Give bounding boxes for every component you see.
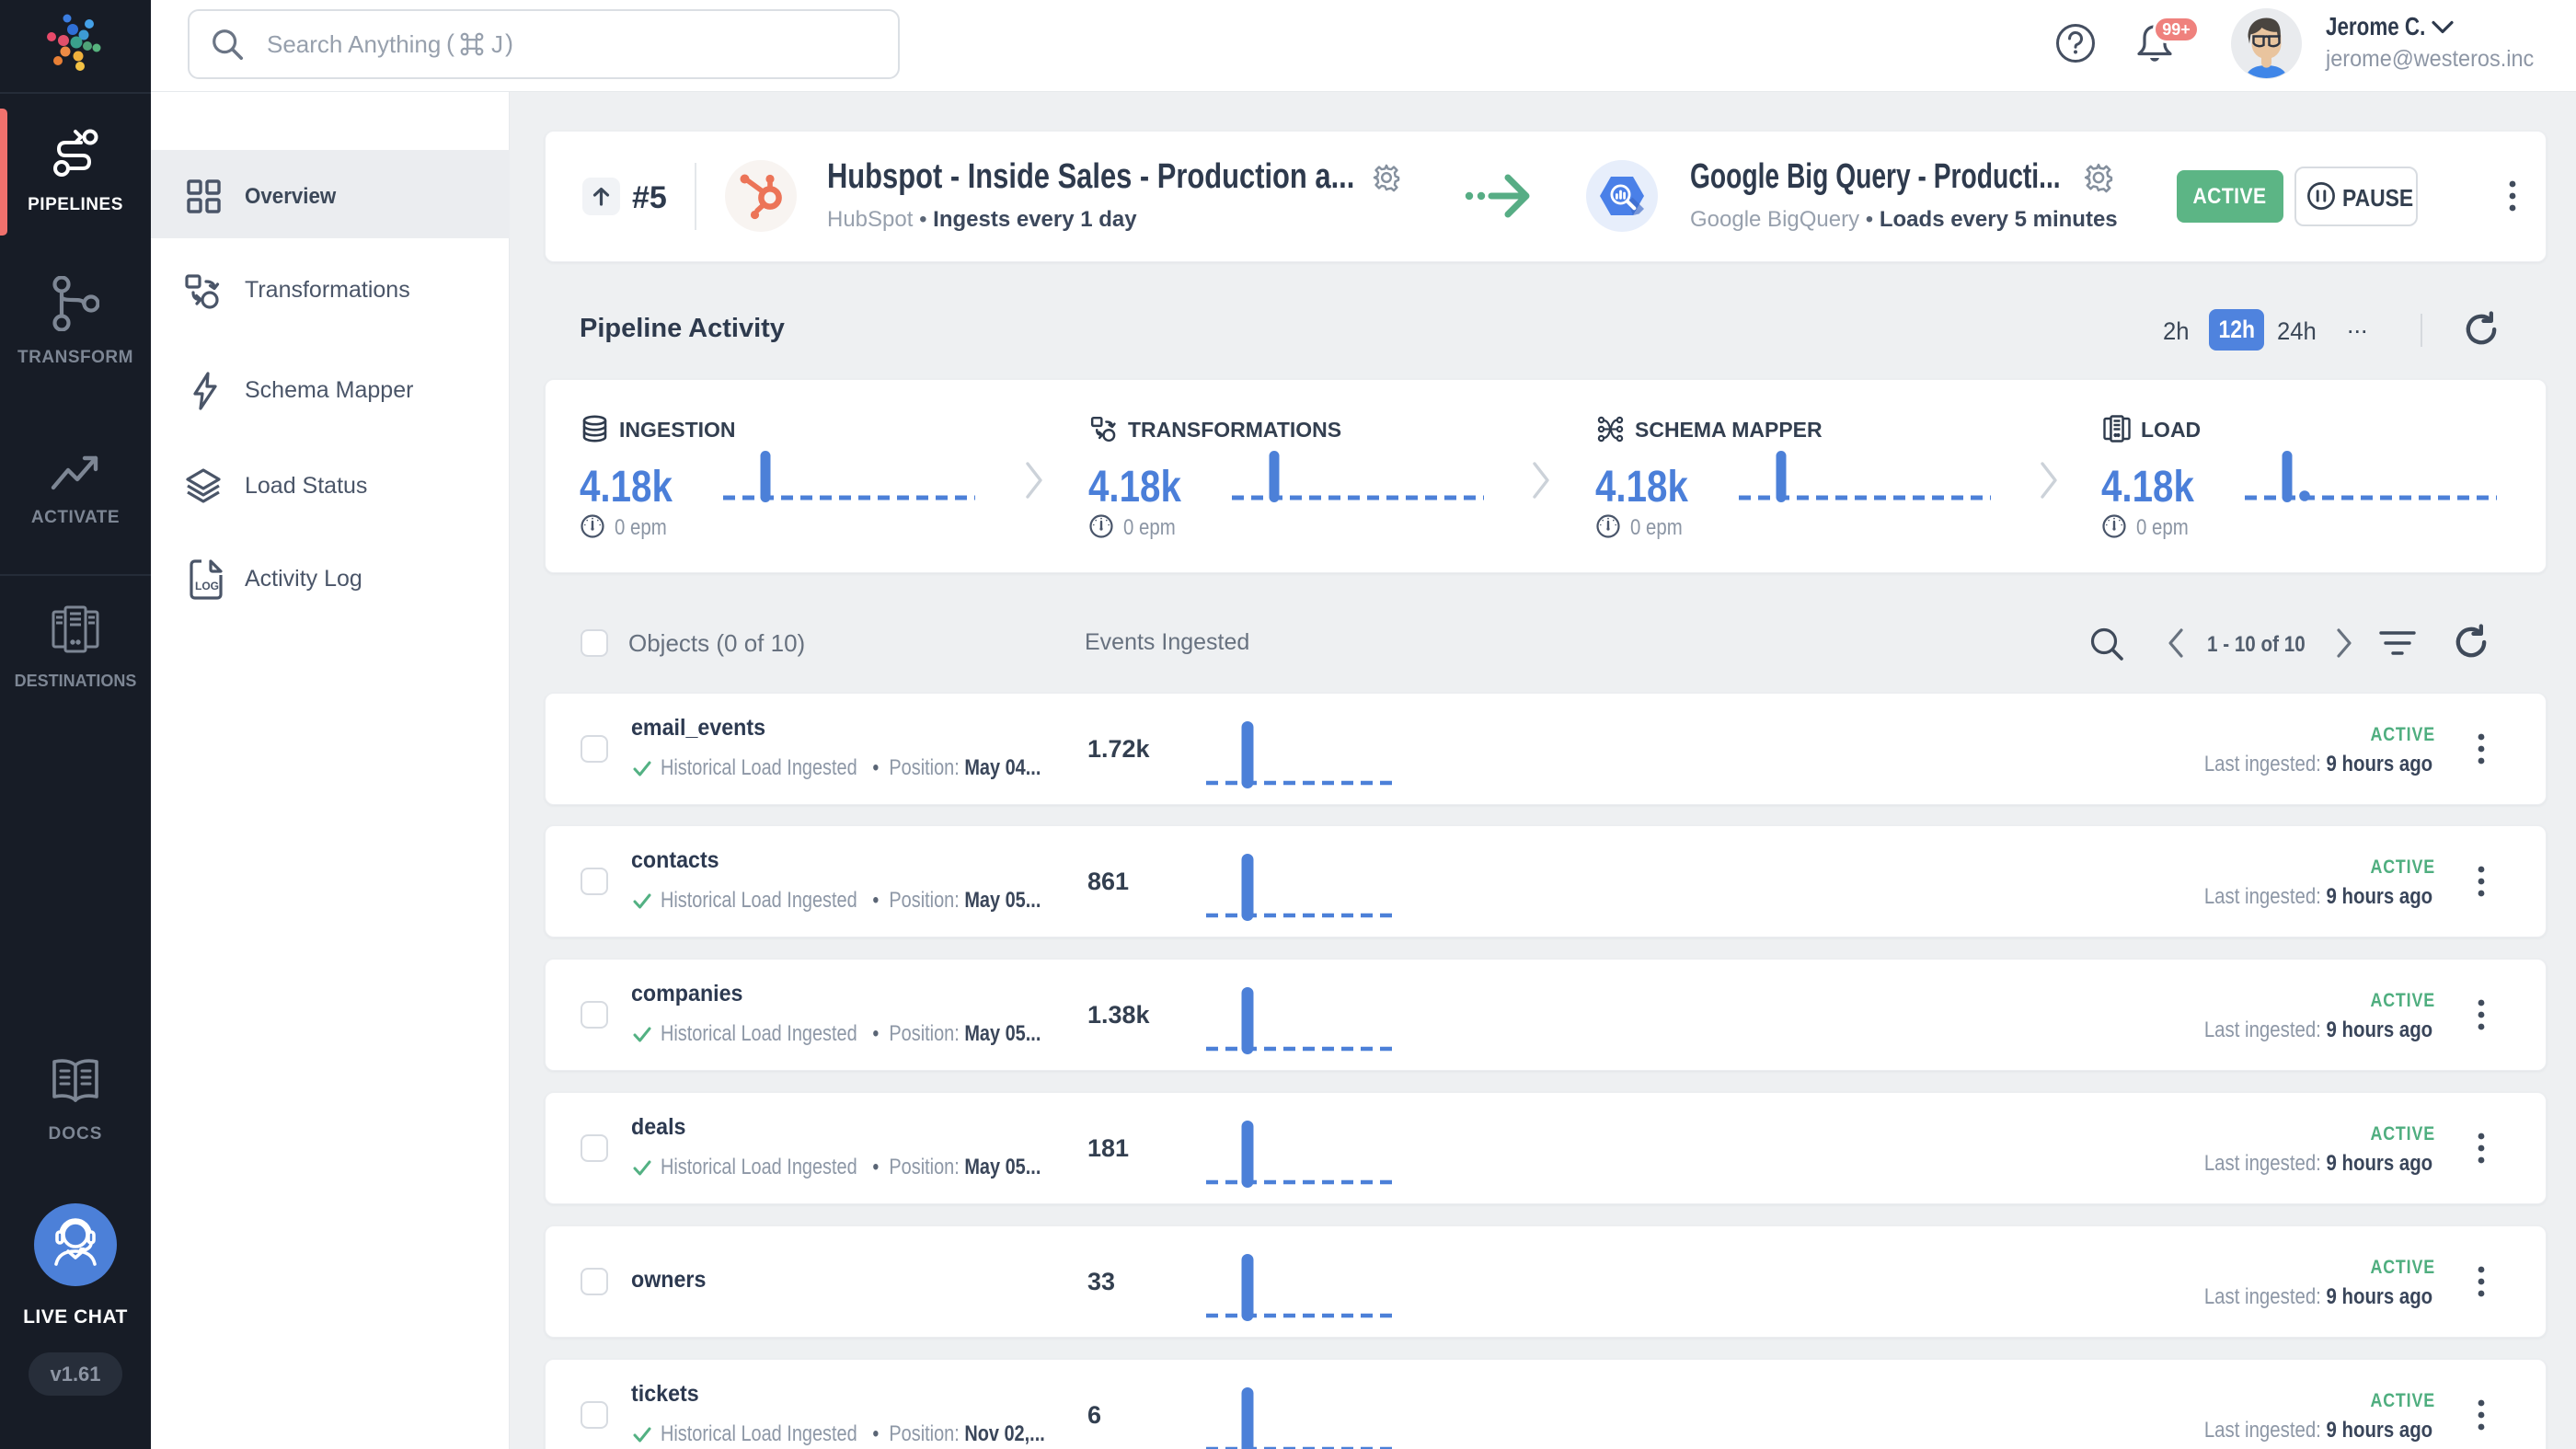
svg-text:LOG: LOG [195,580,219,592]
